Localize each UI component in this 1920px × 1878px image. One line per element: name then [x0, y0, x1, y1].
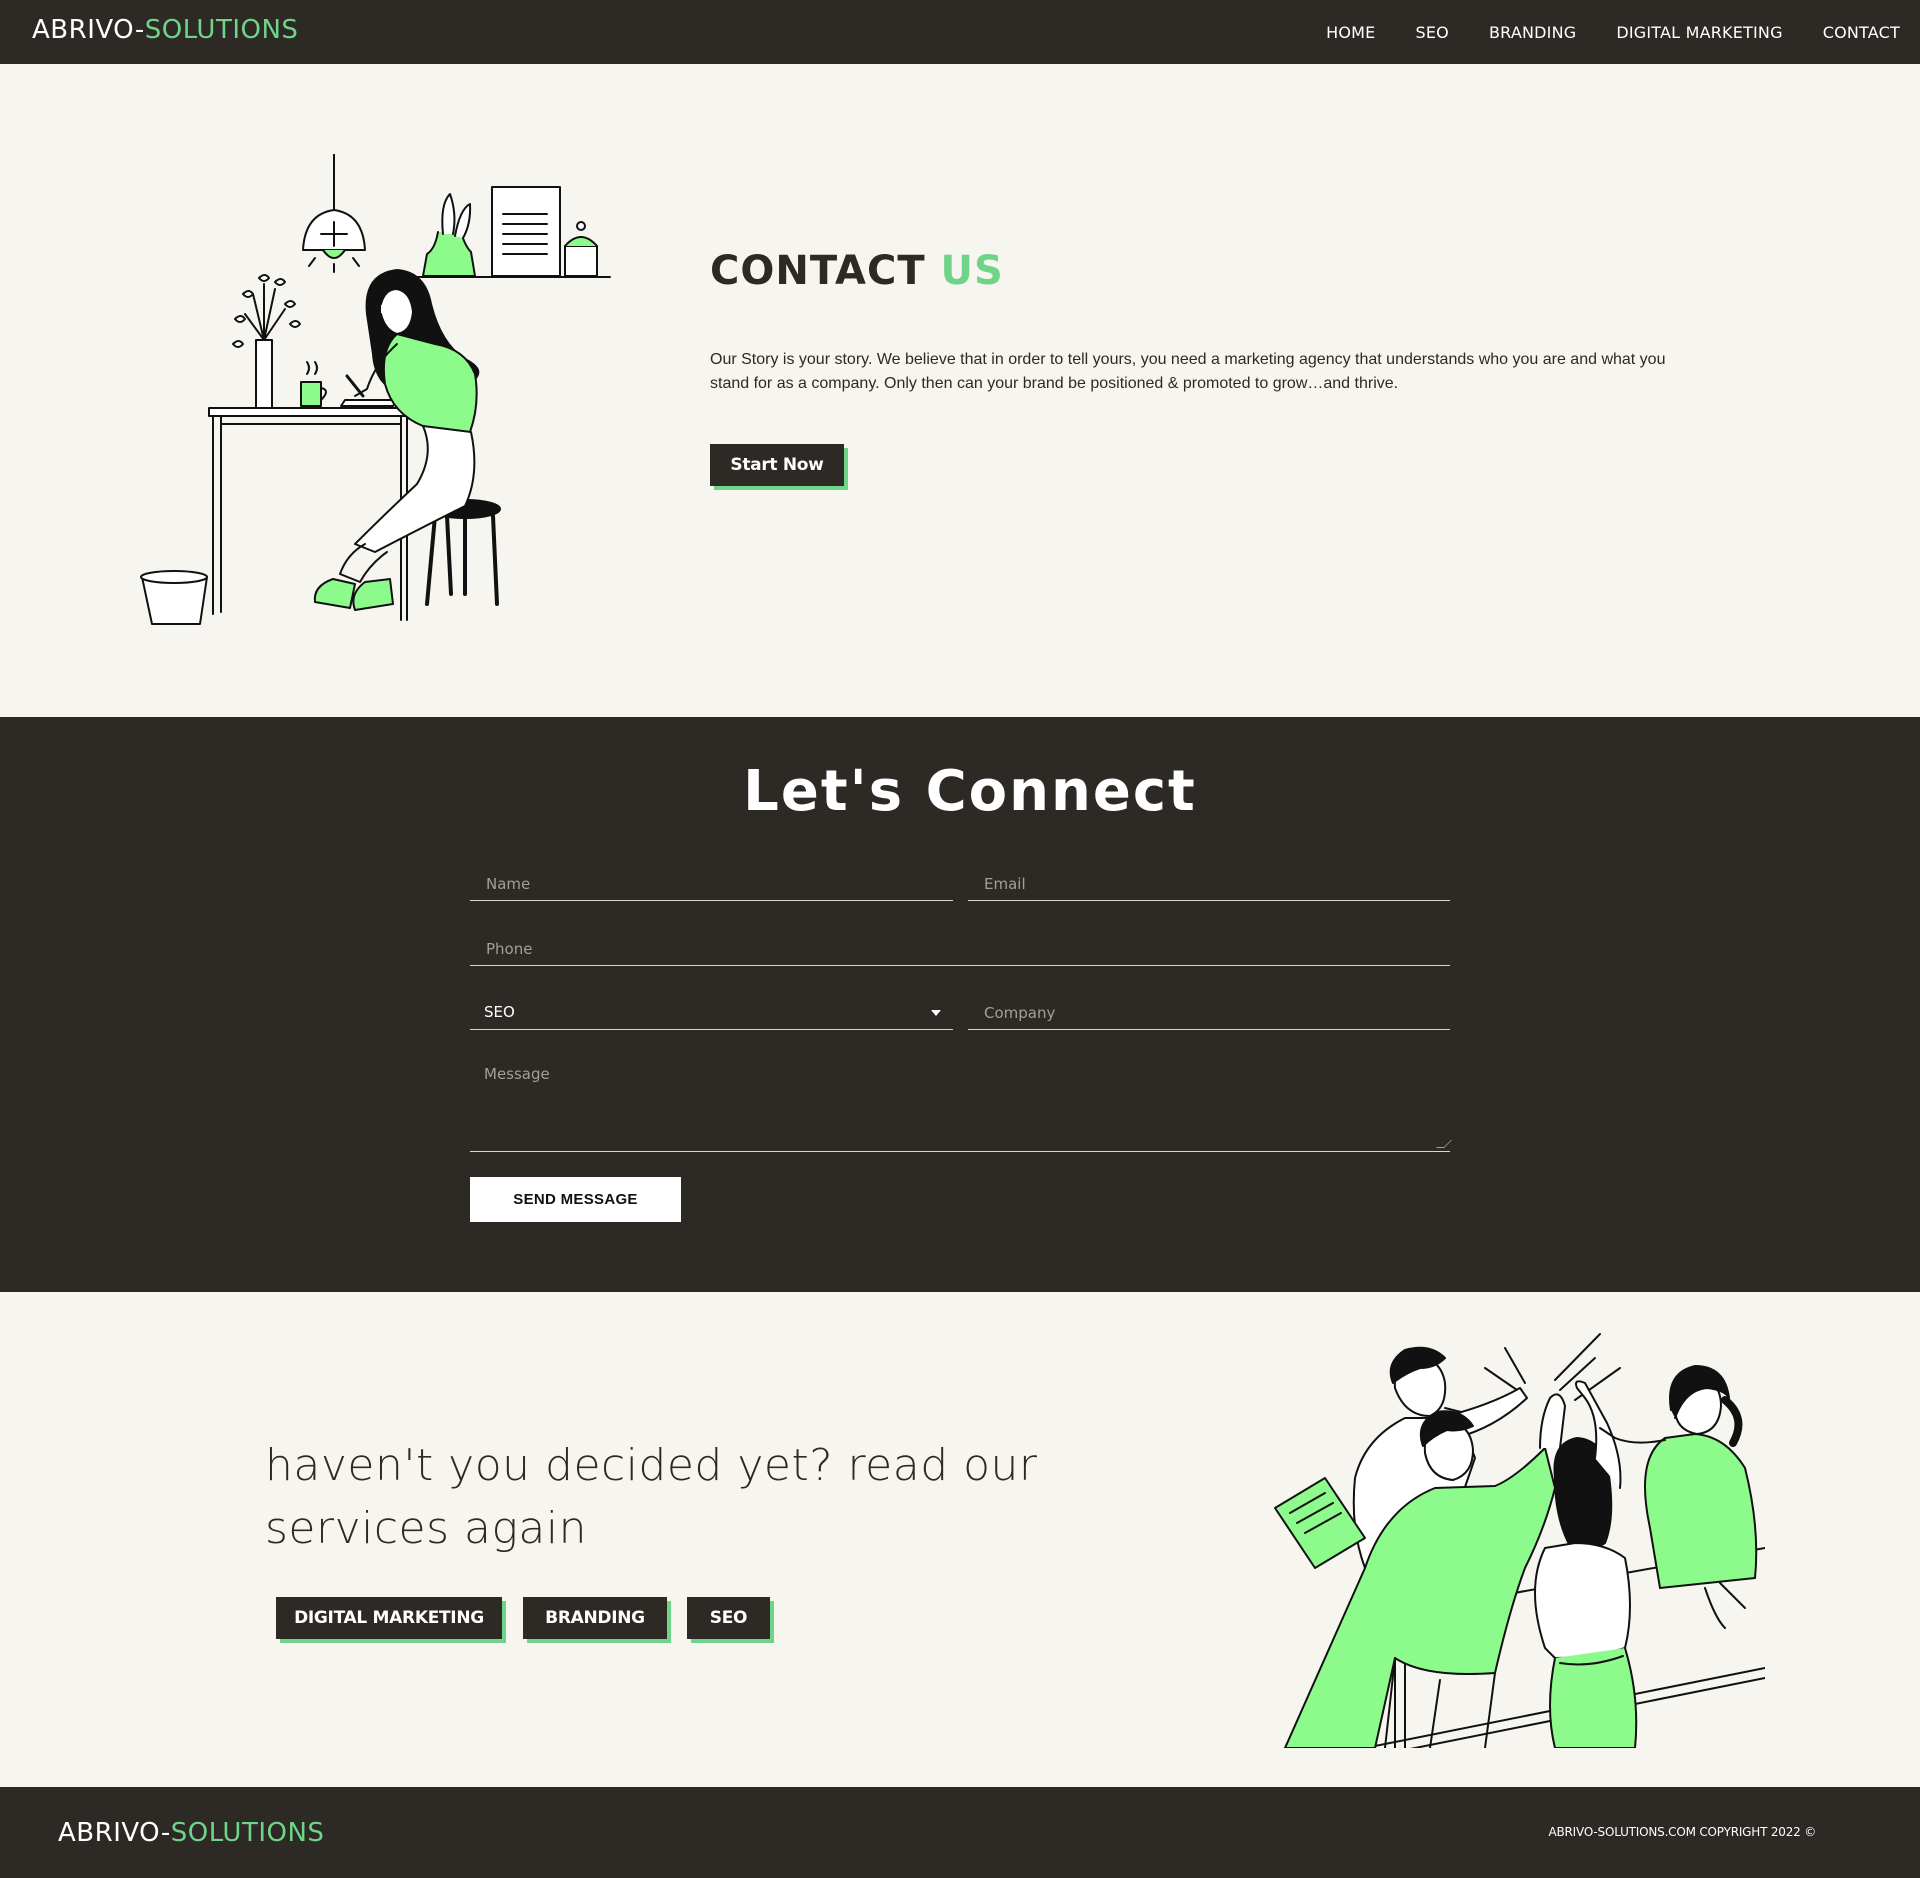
- company-placeholder: Company: [984, 1004, 1056, 1022]
- resize-handle-icon[interactable]: [1436, 1140, 1452, 1148]
- email-placeholder: Email: [984, 875, 1026, 893]
- contact-hero-section: CONTACT US Our Story is your story. We b…: [0, 64, 1920, 717]
- email-input[interactable]: Email: [968, 861, 1450, 901]
- nav-digital-marketing[interactable]: DIGITAL MARKETING: [1616, 23, 1782, 42]
- phone-input[interactable]: Phone: [470, 926, 1450, 966]
- footer-brand-primary: ABRIVO-: [58, 1818, 171, 1848]
- nav-contact[interactable]: CONTACT: [1823, 23, 1900, 42]
- seo-button[interactable]: SEO: [687, 1597, 770, 1639]
- team-high-five-illustration: [1274, 1333, 1765, 1748]
- name-placeholder: Name: [486, 875, 531, 893]
- site-footer: ABRIVO-SOLUTIONS ABRIVO-SOLUTIONS.COM CO…: [0, 1787, 1920, 1878]
- branding-button[interactable]: BRANDING: [523, 1597, 667, 1639]
- brand-name-accent: SOLUTIONS: [144, 15, 299, 45]
- start-now-button[interactable]: Start Now: [710, 444, 844, 486]
- brand-logo[interactable]: ABRIVO-SOLUTIONS: [32, 15, 298, 45]
- nav-home[interactable]: HOME: [1326, 23, 1375, 42]
- name-input[interactable]: Name: [470, 861, 953, 901]
- nav-branding[interactable]: BRANDING: [1489, 23, 1576, 42]
- contact-form-section: Let's Connect Name Email Phone SEO Compa…: [0, 717, 1920, 1292]
- nav-seo[interactable]: SEO: [1416, 23, 1449, 42]
- brand-name-primary: ABRIVO-: [32, 15, 145, 45]
- message-placeholder: Message: [484, 1065, 550, 1083]
- caret-down-icon: [931, 1010, 941, 1016]
- copyright-text: ABRIVO-SOLUTIONS.COM COPYRIGHT 2022 ©: [1548, 1825, 1817, 1839]
- page-title-accent: US: [940, 248, 1004, 294]
- message-textarea[interactable]: Message: [470, 1053, 1452, 1152]
- service-select-value: SEO: [484, 1003, 515, 1021]
- woman-writing-at-desk-illustration: [140, 154, 611, 625]
- company-input[interactable]: Company: [968, 990, 1450, 1030]
- footer-brand-accent: SOLUTIONS: [170, 1818, 325, 1848]
- page-title: CONTACT US: [710, 248, 1004, 294]
- footer-brand-logo[interactable]: ABRIVO-SOLUTIONS: [58, 1818, 324, 1848]
- hero-description: Our Story is your story. We believe that…: [710, 351, 1666, 392]
- page-title-primary: CONTACT: [710, 248, 941, 294]
- send-message-button[interactable]: SEND MESSAGE: [470, 1177, 681, 1222]
- services-heading: haven't you decided yet? read our servic…: [265, 1440, 1038, 1554]
- digital-marketing-button[interactable]: DIGITAL MARKETING: [276, 1597, 502, 1639]
- phone-placeholder: Phone: [486, 940, 533, 958]
- main-nav: HOME SEO BRANDING DIGITAL MARKETING CONT…: [1326, 0, 1900, 64]
- service-select[interactable]: SEO: [470, 990, 953, 1030]
- connect-heading: Let's Connect: [743, 759, 1197, 824]
- top-navbar: ABRIVO-SOLUTIONS HOME SEO BRANDING DIGIT…: [0, 0, 1920, 64]
- services-reminder-section: haven't you decided yet? read our servic…: [0, 1292, 1920, 1787]
